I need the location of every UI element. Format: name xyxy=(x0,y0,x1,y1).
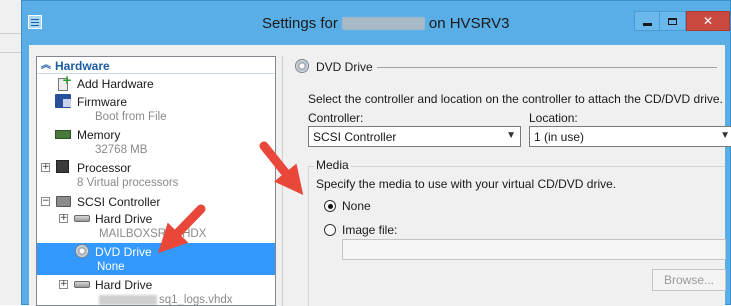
location-select[interactable]: 1 (in use) ▼ xyxy=(529,126,731,147)
tree-item-label: Hard Drive xyxy=(95,212,153,226)
media-none-label: None xyxy=(342,199,371,213)
tree-item-sublabel: 8 Virtual processors xyxy=(77,177,179,189)
file-name: sq1_logs.vhdx xyxy=(159,294,233,306)
tree-item-dvd-drive[interactable]: DVD Drive None xyxy=(37,243,275,275)
media-description: Specify the media to use with your virtu… xyxy=(316,177,617,191)
radio-selected-icon[interactable] xyxy=(324,200,336,212)
minimize-button[interactable] xyxy=(634,11,660,31)
media-image-file-label: Image file: xyxy=(342,223,398,237)
collapse-scsi-toggle[interactable]: − xyxy=(41,197,50,206)
media-legend: Media xyxy=(314,158,351,172)
expand-hard-drive-toggle[interactable]: + xyxy=(59,214,68,223)
tree-item-label: Hard Drive xyxy=(95,278,153,292)
browse-button[interactable]: Browse... xyxy=(652,269,726,291)
tree-item-label: Memory xyxy=(77,128,121,142)
tree-item-firmware[interactable]: Firmware Boot from File xyxy=(37,93,275,125)
tree-item-add-hardware[interactable]: Add Hardware xyxy=(37,73,275,92)
maximize-button[interactable] xyxy=(660,11,686,31)
close-icon: ✕ xyxy=(702,14,714,28)
background-divider xyxy=(0,52,22,53)
dvd-drive-settings-pane: DVD Drive Select the controller and loca… xyxy=(292,56,731,306)
chevron-down-icon: ▼ xyxy=(506,130,516,141)
pane-splitter[interactable] xyxy=(282,56,283,306)
hard-drive-icon xyxy=(74,281,90,288)
minimize-icon xyxy=(642,22,652,26)
tree-item-memory[interactable]: Memory 32768 MB xyxy=(37,126,275,158)
tree-item-sublabel: None xyxy=(97,261,125,273)
tree-item-scsi-controller[interactable]: − SCSI Controller xyxy=(37,193,275,210)
chevron-down-icon: ▼ xyxy=(720,130,730,141)
window-title-suffix: on HVSRV3 xyxy=(428,15,510,32)
redacted-vm-name xyxy=(341,17,425,30)
tree-item-label: SCSI Controller xyxy=(77,195,161,209)
tree-item-processor[interactable]: + Processor 8 Virtual processors xyxy=(37,159,275,191)
dvd-drive-header-label: DVD Drive xyxy=(316,60,373,74)
location-label: Location: xyxy=(529,111,578,125)
dvd-drive-icon xyxy=(75,244,89,258)
expand-hard-drive-toggle[interactable]: + xyxy=(59,280,68,289)
settings-client-area: ︽ Hardware Add Hardware Firmware Boot fr… xyxy=(29,45,731,306)
dvd-drive-icon xyxy=(295,59,309,73)
settings-app-icon xyxy=(28,15,42,29)
firmware-icon xyxy=(55,94,71,108)
tree-item-hard-drive[interactable]: + Hard Drive MAILBOXSRV...HDX xyxy=(37,210,275,242)
tree-item-sublabel: Boot from File xyxy=(95,111,167,123)
window-title-prefix: Settings for xyxy=(262,15,338,32)
radio-unselected-icon[interactable] xyxy=(324,224,336,236)
memory-icon xyxy=(55,130,71,139)
header-divider xyxy=(377,67,717,68)
collapse-chevron-icon[interactable]: ︽ xyxy=(41,60,55,70)
expand-processor-toggle[interactable]: + xyxy=(41,163,50,172)
tree-item-hard-drive[interactable]: + Hard Drive sq1_logs.vhdx xyxy=(37,276,275,306)
hard-drive-icon xyxy=(74,215,90,222)
tree-item-sublabel: MAILBOXSRV...HDX xyxy=(99,228,207,240)
processor-icon xyxy=(56,160,69,173)
hardware-section-header[interactable]: ︽ Hardware xyxy=(37,57,275,74)
media-image-file-radio[interactable]: Image file: xyxy=(324,223,397,237)
add-hardware-icon xyxy=(55,73,72,91)
media-none-radio[interactable]: None xyxy=(324,199,371,213)
controller-label: Controller: xyxy=(308,111,364,125)
tree-item-sublabel: 32768 MB xyxy=(95,144,148,156)
controller-select[interactable]: SCSI Controller ▼ xyxy=(308,126,521,147)
dvd-drive-header: DVD Drive xyxy=(292,56,725,78)
window-controls: ✕ xyxy=(634,11,730,31)
tree-item-label: Firmware xyxy=(77,95,127,109)
window-title: Settings for on HVSRV3 xyxy=(262,15,509,32)
maximize-icon xyxy=(668,17,677,25)
settings-window: Settings for on HVSRV3 ✕ ︽ Hardware Add … xyxy=(21,0,731,306)
controller-description: Select the controller and location on th… xyxy=(308,92,723,106)
hardware-section-label: Hardware xyxy=(55,58,110,73)
background-app-strip xyxy=(0,0,22,305)
tree-item-sublabel: sq1_logs.vhdx xyxy=(99,294,233,306)
controller-selected-value: SCSI Controller xyxy=(313,130,397,144)
section-divider xyxy=(37,73,275,74)
tree-item-label: Add Hardware xyxy=(77,77,154,91)
image-file-path-input[interactable] xyxy=(342,239,726,260)
scsi-controller-icon xyxy=(56,196,71,207)
redacted-filename-prefix xyxy=(99,294,157,305)
tree-item-label: DVD Drive xyxy=(95,245,152,259)
hardware-tree[interactable]: ︽ Hardware Add Hardware Firmware Boot fr… xyxy=(36,56,276,306)
close-button[interactable]: ✕ xyxy=(686,11,730,31)
location-selected-value: 1 (in use) xyxy=(534,130,585,144)
background-divider xyxy=(0,33,22,34)
tree-item-label: Processor xyxy=(77,161,132,175)
title-bar[interactable]: Settings for on HVSRV3 ✕ xyxy=(22,1,731,45)
